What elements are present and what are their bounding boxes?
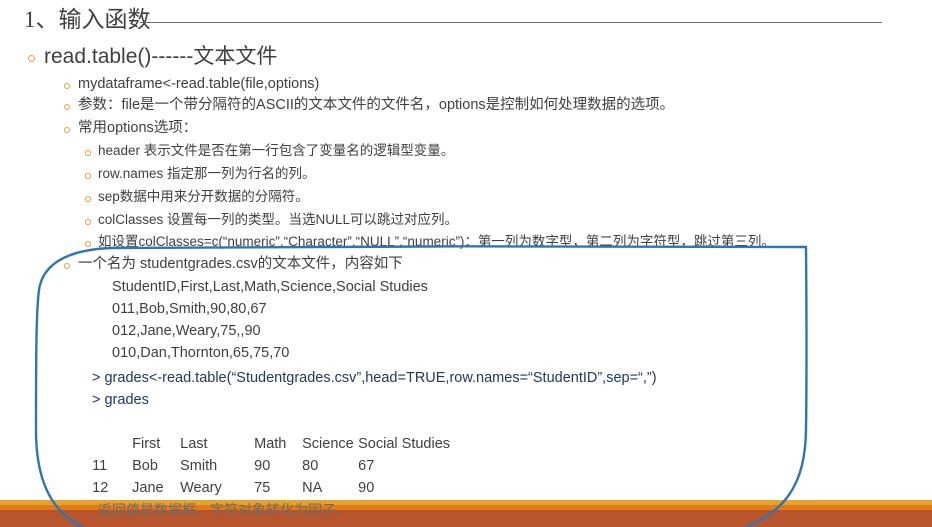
bullet-level3-colclasses-example: 如设置colClasses=c(“numeric”,“Character”,“N… [85, 232, 775, 252]
bullet-level2-label: mydataframe<-read.table(file,options) [78, 76, 320, 92]
bullet-level2-label: 常用options选项： [78, 120, 198, 136]
bullet-marker-icon [28, 55, 35, 62]
bullet-level3-label: row.names 指定那一列为行名的列。 [98, 166, 316, 181]
csv-line: 012,Jane,Weary,75,,90 [112, 323, 261, 339]
bullet-marker-icon [85, 173, 91, 179]
example-intro-label: 一个名为 studentgrades.csv的文本文件，内容如下 [78, 256, 403, 272]
title-divider [140, 22, 882, 23]
csv-line: 011,Bob,Smith,90,80,67 [112, 301, 267, 317]
bullet-level2-common-options: 常用options选项： [64, 118, 198, 139]
bullet-level2-example-intro: 一个名为 studentgrades.csv的文本文件，内容如下 [64, 254, 403, 275]
bullet-marker-icon [64, 127, 70, 133]
csv-line: StudentID,First,Last,Math,Science,Social… [112, 279, 428, 295]
bullet-marker-icon [85, 150, 91, 156]
bullet-level2-parameters: 参数：file是一个带分隔符的ASCII的文本文件的文件名，options是控制… [64, 95, 675, 116]
bullet-level2-mydataframe: mydataframe<-read.table(file,options) [64, 74, 320, 95]
bullet-level3-sep: sep数据中用来分开数据的分隔符。 [85, 187, 309, 207]
slide-title-row: 1、输入函数 [24, 6, 914, 36]
bullet-marker-icon [64, 83, 70, 89]
page-title: 1、输入函数 [24, 7, 151, 32]
bullet-level3-row-names: row.names 指定那一列为行名的列。 [85, 164, 316, 184]
r-command-line: > grades [92, 392, 149, 408]
bullet-marker-icon [85, 196, 91, 202]
bullet-marker-icon [85, 241, 91, 247]
bullet-level3-label: 如设置colClasses=c(“numeric”,“Character”,“N… [98, 234, 775, 249]
footer-note-text: 返回值是数据框，字符对象转化为因子。 [98, 502, 350, 518]
bullet-level1-label: read.table()------文本文件 [44, 45, 278, 68]
bullet-level3-label: sep数据中用来分开数据的分隔符。 [98, 189, 309, 204]
bullet-level3-label: header 表示文件是否在第一行包含了变量名的逻辑型变量。 [98, 143, 455, 158]
bullet-level3-header: header 表示文件是否在第一行包含了变量名的逻辑型变量。 [85, 141, 455, 161]
bullet-level3-colclasses: colClasses 设置每一列的类型。当选NULL可以跳过对应列。 [85, 210, 459, 230]
slide-canvas: 1、输入函数 read.table()------文本文件 mydatafram… [0, 0, 932, 527]
bullet-level3-label: colClasses 设置每一列的类型。当选NULL可以跳过对应列。 [98, 212, 459, 227]
bullet-marker-icon [64, 263, 70, 269]
r-command-line: > grades<-read.table(“Studentgrades.csv”… [92, 370, 657, 386]
bullet-level1-read-table: read.table()------文本文件 [28, 44, 278, 70]
bullet-level2-label: 参数：file是一个带分隔符的ASCII的文本文件的文件名，options是控制… [78, 97, 675, 113]
csv-line: 010,Dan,Thornton,65,75,70 [112, 345, 290, 361]
bullet-marker-icon [64, 104, 70, 110]
bullet-marker-icon [85, 219, 91, 225]
